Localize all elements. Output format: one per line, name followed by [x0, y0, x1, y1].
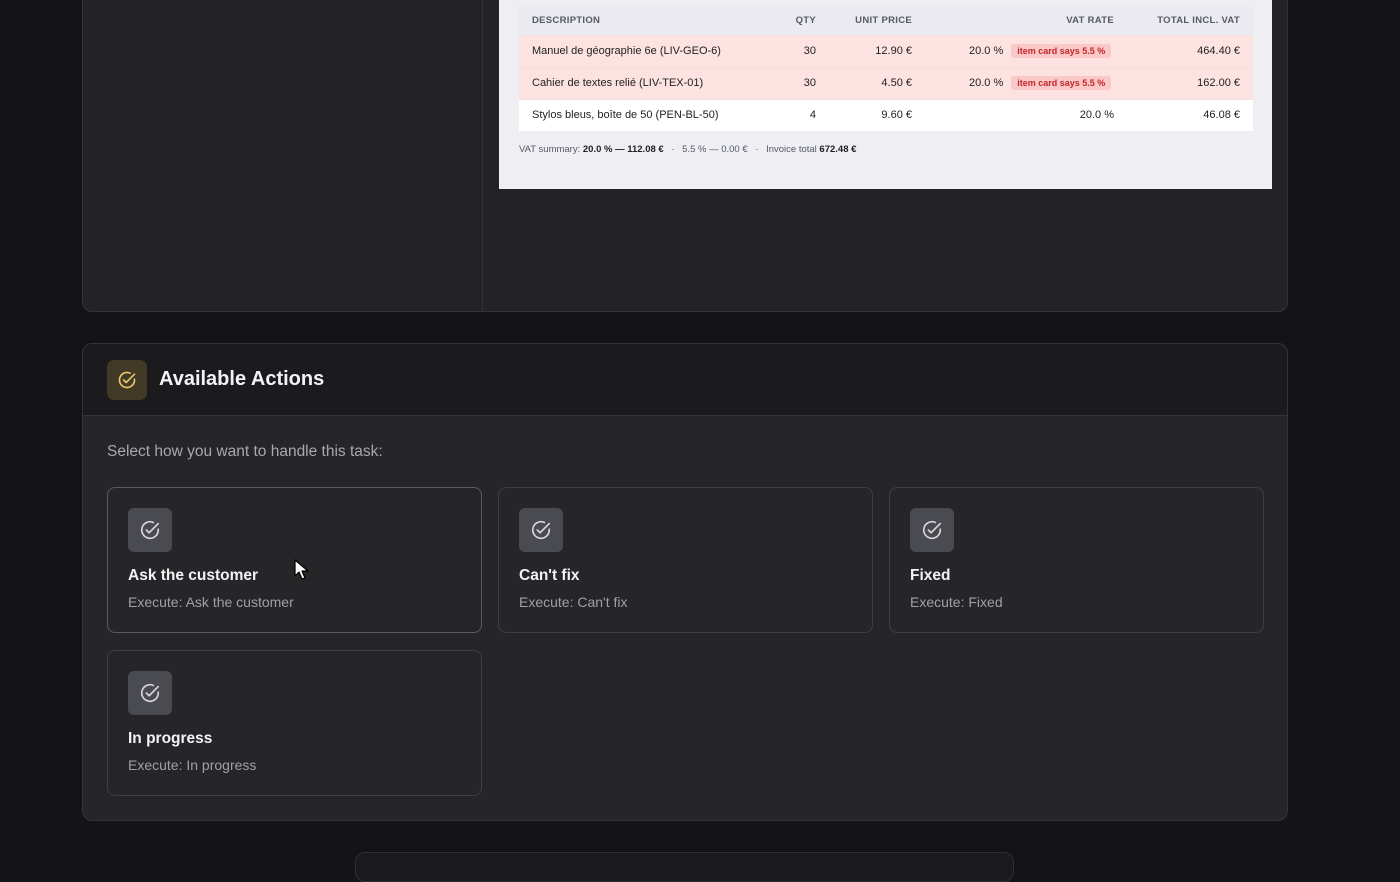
action-title: In progress: [128, 730, 213, 747]
next-panel: [355, 852, 1014, 882]
actions-subtitle: Select how you want to handle this task:: [107, 443, 383, 460]
row-description: Cahier de textes relié (LIV-TEX-01): [519, 66, 769, 99]
actions-title: Available Actions: [159, 368, 325, 390]
summary-separator: ·: [755, 144, 759, 155]
invoice-preview: DESCRIPTION QTY UNIT PRICE VAT RATE TOTA…: [499, 0, 1272, 189]
col-unit-price: UNIT PRICE: [829, 7, 925, 35]
col-qty: QTY: [769, 7, 829, 35]
table-row: Manuel de géographie 6e (LIV-GEO-6) 30 1…: [519, 34, 1253, 67]
row-unit-price: 12.90 €: [829, 34, 925, 67]
row-total: 162.00 €: [1127, 66, 1253, 99]
action-description: Execute: Can't fix: [519, 594, 628, 610]
check-circle-icon: [519, 508, 563, 552]
row-unit-price: 9.60 €: [829, 98, 925, 131]
invoice-total-label: Invoice total: [766, 144, 817, 155]
row-unit-price: 4.50 €: [829, 66, 925, 99]
action-title: Can't fix: [519, 567, 580, 584]
row-qty: 30: [769, 66, 829, 99]
action-in-progress[interactable]: In progress Execute: In progress: [107, 650, 482, 796]
row-qty: 4: [769, 98, 829, 131]
col-vat-rate: VAT RATE: [925, 7, 1127, 35]
vat-summary-20: 20.0 % — 112.08 €: [582, 144, 664, 155]
actions-header: Available Actions: [83, 344, 1287, 416]
table-row: Stylos bleus, boîte de 50 (PEN-BL-50) 4 …: [519, 98, 1253, 131]
row-qty: 30: [769, 34, 829, 67]
invoice-table: DESCRIPTION QTY UNIT PRICE VAT RATE TOTA…: [519, 7, 1253, 131]
action-cant-fix[interactable]: Can't fix Execute: Can't fix: [498, 487, 873, 633]
check-circle-icon: [128, 671, 172, 715]
table-row: Cahier de textes relié (LIV-TEX-01) 30 4…: [519, 66, 1253, 99]
action-title: Ask the customer: [128, 567, 259, 584]
check-circle-icon: [128, 508, 172, 552]
summary-separator: ·: [671, 144, 675, 155]
invoice-total-value: 672.48 €: [819, 144, 857, 155]
action-title: Fixed: [910, 567, 951, 584]
mouse-cursor-icon: [294, 559, 310, 586]
row-vat-rate: 20.0 % item card says 5.5 %: [925, 66, 1127, 99]
vat-summary-55: 5.5 % — 0.00 €: [682, 144, 748, 155]
vat-mismatch-badge: item card says 5.5 %: [1011, 44, 1112, 58]
document-panel: DESCRIPTION QTY UNIT PRICE VAT RATE TOTA…: [82, 0, 1288, 312]
vat-rate-value: 20.0 %: [969, 44, 1004, 57]
vat-rate-value: 20.0 %: [969, 76, 1004, 89]
action-description: Execute: Ask the customer: [128, 594, 294, 610]
col-total: TOTAL INCL. VAT: [1127, 7, 1253, 35]
document-sidebar: [83, 0, 483, 311]
vat-summary: VAT summary: 20.0 % — 112.08 € · 5.5 % —…: [519, 144, 856, 155]
actions-panel: Available Actions Select how you want to…: [82, 343, 1288, 821]
row-vat-rate: 20.0 % item card says 5.5 %: [925, 34, 1127, 67]
invoice-header-row: DESCRIPTION QTY UNIT PRICE VAT RATE TOTA…: [519, 7, 1253, 35]
row-total: 46.08 €: [1127, 98, 1253, 131]
vat-summary-label: VAT summary:: [519, 144, 581, 155]
row-description: Manuel de géographie 6e (LIV-GEO-6): [519, 34, 769, 67]
row-total: 464.40 €: [1127, 34, 1253, 67]
row-vat-rate: 20.0 %: [925, 98, 1127, 131]
action-description: Execute: Fixed: [910, 594, 1003, 610]
row-description: Stylos bleus, boîte de 50 (PEN-BL-50): [519, 98, 769, 131]
check-circle-icon: [107, 359, 147, 400]
check-circle-icon: [910, 508, 954, 552]
vat-mismatch-badge: item card says 5.5 %: [1011, 76, 1112, 90]
action-fixed[interactable]: Fixed Execute: Fixed: [889, 487, 1264, 633]
col-description: DESCRIPTION: [519, 7, 769, 35]
action-description: Execute: In progress: [128, 757, 257, 773]
